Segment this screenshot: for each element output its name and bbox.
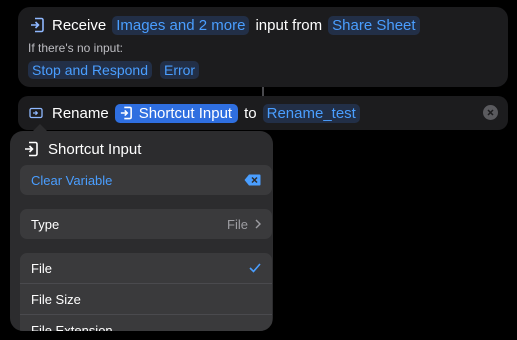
property-item-file-extension[interactable]: File Extension [20,315,272,332]
property-label: File Size [31,291,81,307]
checkmark-icon [249,260,261,277]
input-from-label: input from [255,16,323,34]
rename-action-card: Rename Shortcut Input to Rename_test [18,96,508,130]
receive-action-card: Receive Images and 2 more input from Sha… [18,7,508,87]
no-input-hint: If there's no input: [28,41,124,55]
variable-label: Shortcut Input [138,104,233,122]
input-arrow-icon [22,140,40,158]
type-row[interactable]: Type File [20,209,272,239]
clear-variable-button[interactable]: Clear Variable [20,165,272,195]
type-label: Type [31,216,60,232]
receive-row: Receive Images and 2 more input from Sha… [28,15,426,35]
type-value: File [227,216,248,232]
no-input-action-row: Stop and Respond Error [28,60,207,80]
popover-header: Shortcut Input [22,139,141,159]
property-label: File Extension [31,322,113,332]
input-arrow-icon [28,16,46,34]
to-label: to [244,104,257,122]
rename-name-token[interactable]: Rename_test [262,103,360,123]
variable-popover: Shortcut Input Clear Variable Type File … [10,131,273,331]
receive-verb: Receive [52,16,107,34]
delete-backward-icon [244,174,261,186]
property-list: File File Size File Extension [20,253,272,331]
rename-verb: Rename [52,104,109,122]
type-value-group: File [227,217,261,232]
property-label: File [31,260,52,276]
clear-variable-label: Clear Variable [31,172,113,188]
rename-file-icon [28,105,44,121]
rename-row: Rename Shortcut Input to Rename_test [28,103,366,123]
input-arrow-icon [119,106,133,120]
input-source-token[interactable]: Share Sheet [328,15,420,35]
input-types-token[interactable]: Images and 2 more [112,15,250,35]
property-item-file-size[interactable]: File Size [20,284,272,315]
remove-action-button[interactable] [483,105,498,120]
chevron-right-icon [255,217,261,232]
popover-title: Shortcut Input [48,140,142,158]
property-item-file[interactable]: File [20,253,272,284]
flow-connector [262,87,264,96]
no-input-action-token[interactable]: Stop and Respond [28,61,152,79]
shortcut-input-variable[interactable]: Shortcut Input [114,103,239,123]
close-icon [487,109,494,116]
no-input-mode-token[interactable]: Error [159,61,200,79]
